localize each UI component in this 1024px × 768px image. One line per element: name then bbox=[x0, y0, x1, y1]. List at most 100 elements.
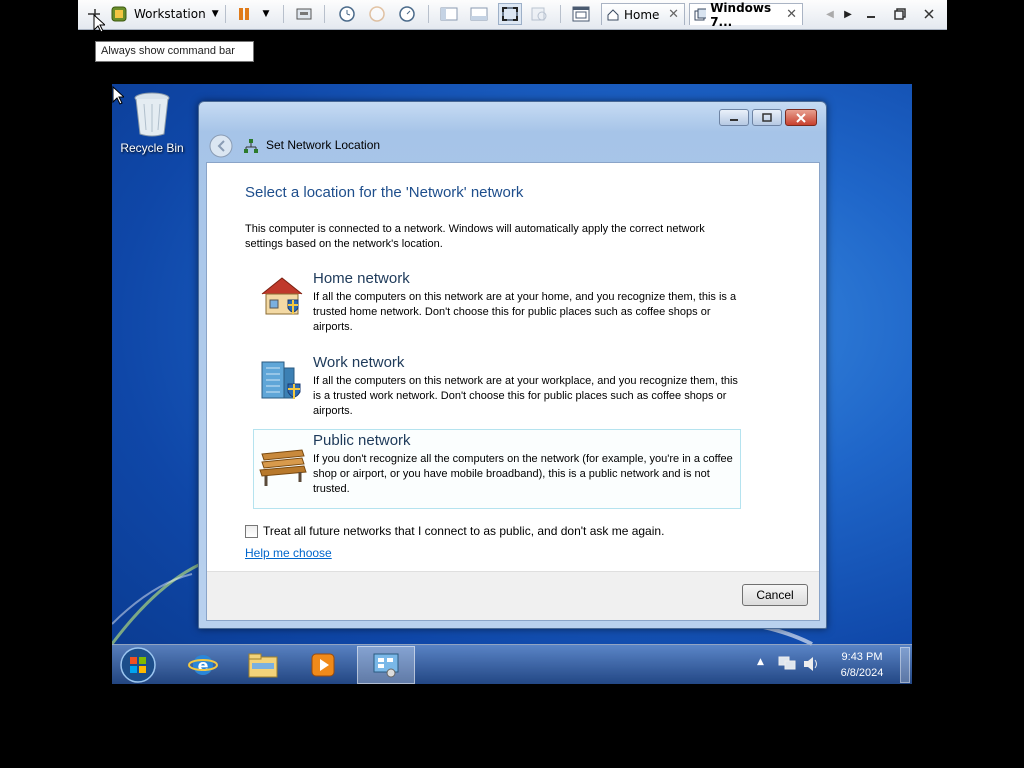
scroll-tabs-right-button[interactable]: ▶ bbox=[841, 3, 855, 25]
power-dropdown[interactable]: ▼ bbox=[258, 3, 274, 25]
unity-button[interactable] bbox=[528, 3, 550, 25]
house-shield-icon bbox=[261, 277, 303, 315]
restore-button[interactable] bbox=[890, 3, 910, 25]
tab-label: Windows 7... bbox=[710, 0, 772, 29]
exit-full-screen-button[interactable] bbox=[919, 3, 939, 25]
restore-icon bbox=[894, 8, 906, 20]
taskbar-network-settings[interactable] bbox=[357, 646, 415, 684]
chevron-down-icon: ▼ bbox=[211, 9, 219, 19]
option-description: If all the computers on this network are… bbox=[313, 375, 738, 417]
minimize-button[interactable] bbox=[861, 3, 881, 25]
workstation-menu[interactable]: Workstation ▼ bbox=[134, 3, 219, 25]
back-button[interactable] bbox=[208, 133, 234, 159]
dialog-footer: Cancel bbox=[207, 571, 819, 620]
send-ctrl-alt-del-button[interactable] bbox=[293, 3, 315, 25]
recycle-bin-icon bbox=[134, 92, 170, 137]
fullscreen-icon bbox=[502, 7, 518, 21]
folder-icon bbox=[248, 653, 278, 678]
tab-windows-7[interactable]: Windows 7... ✕ bbox=[689, 1, 803, 29]
option-title: Home network bbox=[313, 270, 410, 287]
close-icon[interactable]: ✕ bbox=[668, 7, 679, 22]
checkbox-label: Treat all future networks that I connect… bbox=[263, 524, 665, 538]
vm-icon bbox=[694, 8, 707, 20]
volume-icon[interactable] bbox=[802, 655, 820, 673]
help-me-choose-link[interactable]: Help me choose bbox=[245, 546, 332, 560]
option-work-network[interactable]: Work network If all the computers on thi… bbox=[253, 351, 741, 431]
chevron-right-icon: ▶ bbox=[844, 8, 852, 20]
vmware-logo-icon bbox=[110, 3, 128, 25]
treat-public-checkbox[interactable] bbox=[245, 524, 258, 538]
full-screen-button[interactable] bbox=[498, 3, 522, 25]
maximize-button[interactable] bbox=[752, 109, 782, 126]
close-icon[interactable]: ✕ bbox=[786, 7, 797, 22]
close-icon bbox=[796, 112, 806, 123]
option-public-network[interactable]: Public network If you don't recognize al… bbox=[253, 429, 741, 509]
minimize-icon bbox=[867, 16, 875, 18]
option-home-network[interactable]: Home network If all the computers on thi… bbox=[253, 267, 741, 347]
sidebar-icon bbox=[440, 7, 458, 21]
office-building-shield-icon bbox=[261, 361, 301, 399]
chevron-up-icon: ▲ bbox=[757, 657, 764, 667]
treat-public-checkbox-row[interactable]: Treat all future networks that I connect… bbox=[245, 524, 664, 538]
close-button[interactable] bbox=[785, 109, 817, 126]
intro-text: This computer is connected to a network.… bbox=[245, 223, 705, 250]
taskbar-windows-explorer[interactable] bbox=[234, 646, 292, 684]
park-bench-icon bbox=[259, 449, 307, 486]
network-settings-icon bbox=[373, 653, 399, 678]
taskbar-internet-explorer[interactable]: e bbox=[174, 646, 232, 684]
dialog-content: Select a location for the 'Network' netw… bbox=[206, 162, 820, 621]
guest-desktop: Recycle Bin Set Network Location Select … bbox=[112, 84, 912, 684]
scroll-tabs-left-button[interactable]: ◀ bbox=[823, 3, 837, 25]
taskbar: e ▲ 9:43 PM 6/8/2024 bbox=[112, 644, 912, 684]
maximize-icon bbox=[762, 112, 772, 122]
vmware-toolbar: Workstation ▼ ▼ Home ✕ Windows 7... ✕ ◀ … bbox=[78, 0, 947, 30]
svg-text:e: e bbox=[198, 656, 209, 675]
media-player-icon bbox=[311, 653, 335, 677]
page-heading: Select a location for the 'Network' netw… bbox=[245, 184, 524, 201]
show-desktop-button[interactable] bbox=[900, 647, 910, 683]
recycle-bin-label: Recycle Bin bbox=[120, 141, 184, 155]
snapshot-button[interactable] bbox=[336, 3, 358, 25]
option-description: If you don't recognize all the computers… bbox=[313, 453, 733, 495]
option-title: Work network bbox=[313, 354, 405, 371]
network-icon bbox=[244, 139, 258, 153]
clock[interactable]: 9:43 PM 6/8/2024 bbox=[830, 649, 894, 681]
clock-icon bbox=[369, 6, 385, 22]
console-view-button[interactable] bbox=[570, 3, 592, 25]
sidebar-toggle-button[interactable] bbox=[438, 3, 460, 25]
windows-start-icon bbox=[120, 647, 156, 683]
home-icon bbox=[607, 8, 619, 20]
minimize-icon bbox=[730, 118, 738, 121]
pause-button[interactable] bbox=[233, 3, 255, 25]
close-icon bbox=[924, 9, 934, 19]
thumbnail-icon bbox=[470, 7, 488, 21]
set-network-location-window: Set Network Location Select a location f… bbox=[198, 101, 827, 629]
clock-time: 9:43 PM bbox=[841, 651, 883, 663]
unity-icon bbox=[531, 7, 547, 21]
chevron-left-icon: ◀ bbox=[826, 8, 834, 20]
window-title: Set Network Location bbox=[266, 138, 381, 152]
tab-label: Home bbox=[624, 7, 660, 22]
minimize-button[interactable] bbox=[719, 109, 749, 126]
thumbnail-bar-button[interactable] bbox=[468, 3, 490, 25]
recycle-bin[interactable]: Recycle Bin bbox=[116, 90, 188, 155]
start-button[interactable] bbox=[118, 646, 158, 684]
tooltip: Always show command bar bbox=[95, 41, 254, 62]
network-tray-icon[interactable] bbox=[777, 655, 797, 673]
tab-home[interactable]: Home ✕ bbox=[601, 3, 685, 25]
clock-icon bbox=[339, 6, 355, 22]
clock-icon bbox=[399, 6, 415, 22]
taskbar-media-player[interactable] bbox=[294, 646, 352, 684]
revert-snapshot-button[interactable] bbox=[366, 3, 388, 25]
pause-icon bbox=[239, 8, 249, 20]
keyboard-icon bbox=[296, 8, 312, 20]
option-title: Public network bbox=[313, 432, 411, 449]
mouse-cursor-icon bbox=[93, 14, 105, 33]
window-icon bbox=[572, 6, 590, 22]
clock-date: 6/8/2024 bbox=[840, 667, 884, 679]
option-description: If all the computers on this network are… bbox=[313, 291, 737, 333]
snapshot-manager-button[interactable] bbox=[396, 3, 418, 25]
chevron-down-icon: ▼ bbox=[262, 9, 270, 19]
cancel-button[interactable]: Cancel bbox=[742, 584, 808, 606]
show-hidden-icons-button[interactable]: ▲ bbox=[757, 657, 764, 667]
